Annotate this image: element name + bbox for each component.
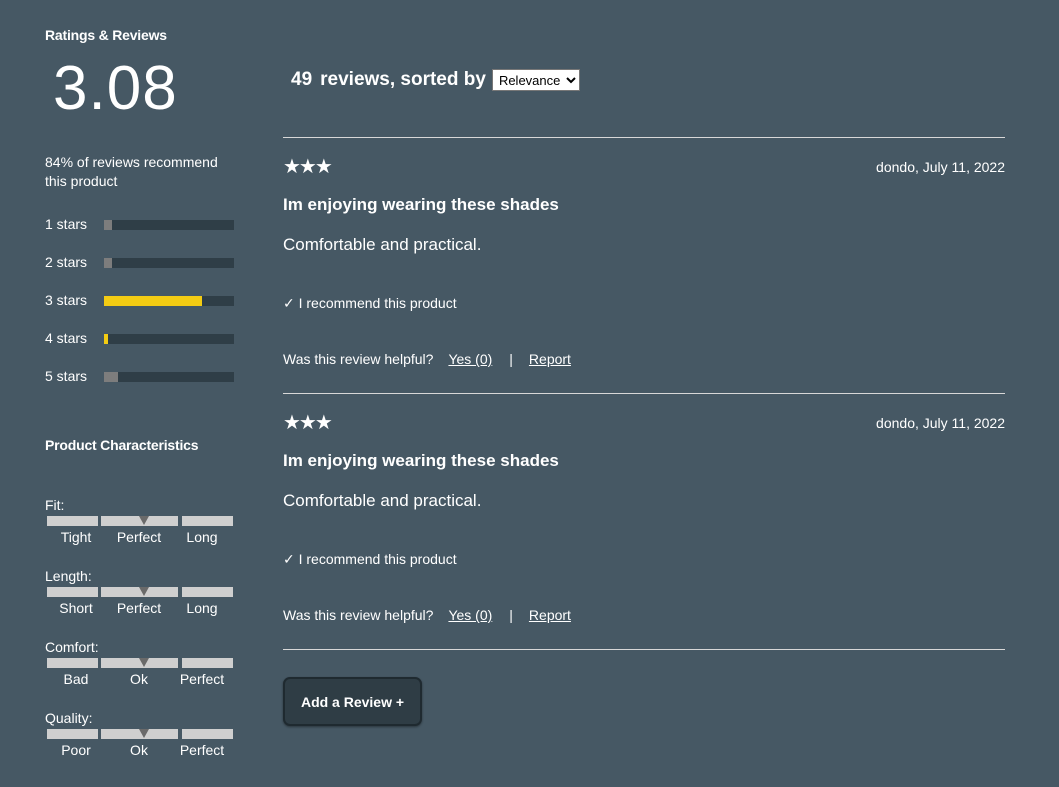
divider [283, 137, 1005, 138]
add-review-button[interactable]: Add a Review + [283, 677, 422, 726]
separator: | [509, 607, 513, 623]
characteristic-scale [45, 516, 240, 526]
scale-label-low: Poor [61, 742, 91, 758]
sort-dropdown[interactable]: Relevance [491, 69, 580, 91]
star-bar-fill [104, 334, 108, 344]
star-bar-track [104, 296, 234, 306]
characteristic-comfort: Comfort: Bad Ok Perfect [45, 639, 240, 689]
review-star-rating-icon: ★★★ [283, 412, 333, 434]
characteristic-scale [45, 587, 240, 597]
scale-label-low: Short [59, 600, 93, 616]
scale-label-high: Long [186, 529, 218, 545]
review-body: Comfortable and practical. [283, 235, 482, 254]
characteristic-marker-icon [139, 587, 149, 596]
star-row-label: 2 stars [45, 254, 88, 270]
helpful-yes-link[interactable]: Yes (0) [448, 351, 492, 367]
scale-label-low: Tight [60, 529, 92, 545]
scale-label-high: Perfect [179, 742, 225, 758]
scale-label-mid: Ok [130, 742, 148, 758]
star-breakdown-row-2[interactable]: 2 stars [45, 254, 240, 270]
characteristic-marker-icon [139, 516, 149, 525]
helpful-yes-link[interactable]: Yes (0) [448, 607, 492, 623]
star-bar-track [104, 372, 234, 382]
characteristic-scale [45, 729, 240, 739]
star-bar-track [104, 220, 234, 230]
review-helpful-row: Was this review helpful? Yes (0) | Repor… [283, 607, 571, 623]
characteristic-name: Fit: [45, 497, 65, 513]
review-title: Im enjoying wearing these shades [283, 195, 559, 214]
divider [283, 649, 1005, 650]
star-bar-fill [104, 372, 119, 382]
review-title: Im enjoying wearing these shades [283, 451, 559, 470]
review-card: ★★★ dondo, July 11, 2022 Im enjoying wea… [283, 413, 1005, 643]
review-author-date: dondo, July 11, 2022 [876, 415, 1005, 431]
characteristic-name: Length: [45, 568, 92, 584]
divider [283, 393, 1005, 394]
star-breakdown-row-4[interactable]: 4 stars [45, 330, 240, 346]
characteristic-fit: Fit: Tight Perfect Long [45, 497, 240, 547]
star-bar-fill [104, 258, 112, 268]
ratings-reviews-title: Ratings & Reviews [45, 27, 167, 43]
review-recommend: ✓ I recommend this product [283, 551, 457, 567]
scale-label-mid: Perfect [116, 600, 162, 616]
reviews-list-header: 49 reviews, sorted by Relevance [291, 68, 580, 92]
scale-label-mid: Ok [130, 671, 148, 687]
star-bar-fill [104, 220, 112, 230]
review-body: Comfortable and practical. [283, 491, 482, 510]
helpful-question: Was this review helpful? [283, 351, 434, 367]
characteristic-name: Comfort: [45, 639, 99, 655]
helpful-question: Was this review helpful? [283, 607, 434, 623]
characteristic-scale [45, 658, 240, 668]
report-link[interactable]: Report [529, 351, 571, 367]
characteristic-quality: Quality: Poor Ok Perfect [45, 710, 240, 760]
characteristic-marker-icon [139, 729, 149, 738]
separator: | [509, 351, 513, 367]
scale-label-low: Bad [63, 671, 89, 687]
star-bar-track [104, 258, 234, 268]
sorted-by-label: reviews, sorted by [320, 69, 486, 90]
star-row-label: 3 stars [45, 292, 88, 308]
product-characteristics-title: Product Characteristics [45, 437, 199, 453]
average-rating: 3.08 [53, 54, 178, 123]
star-breakdown-row-1[interactable]: 1 stars [45, 216, 240, 232]
scale-label-high: Perfect [179, 671, 225, 687]
recommend-percentage: 84% of reviews recommend this product [45, 154, 218, 189]
scale-label-high: Long [186, 600, 218, 616]
report-link[interactable]: Report [529, 607, 571, 623]
review-star-rating-icon: ★★★ [283, 156, 333, 178]
star-row-label: 1 stars [45, 216, 88, 232]
star-row-label: 4 stars [45, 330, 88, 346]
characteristic-marker-icon [139, 658, 149, 667]
star-bar-fill [104, 296, 202, 306]
characteristic-length: Length: Short Perfect Long [45, 568, 240, 618]
scale-label-mid: Perfect [116, 529, 162, 545]
review-author-date: dondo, July 11, 2022 [876, 159, 1005, 175]
star-breakdown-row-3[interactable]: 3 stars [45, 292, 240, 308]
star-bar-track [104, 334, 234, 344]
review-count: 49 [291, 69, 313, 90]
review-recommend: ✓ I recommend this product [283, 295, 457, 311]
star-breakdown-row-5[interactable]: 5 stars [45, 368, 240, 384]
characteristic-name: Quality: [45, 710, 93, 726]
star-row-label: 5 stars [45, 368, 88, 384]
review-card: ★★★ dondo, July 11, 2022 Im enjoying wea… [283, 157, 1005, 387]
review-helpful-row: Was this review helpful? Yes (0) | Repor… [283, 351, 571, 367]
